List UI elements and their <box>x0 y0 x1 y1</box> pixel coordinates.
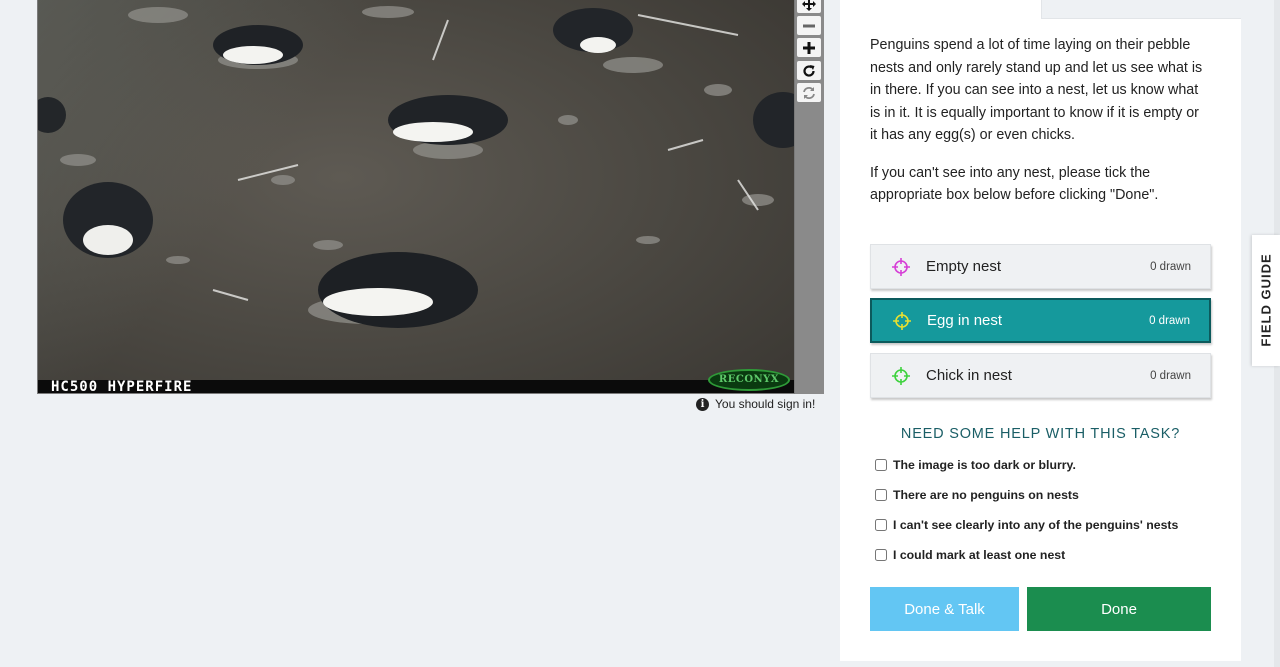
help-heading: NEED SOME HELP WITH THIS TASK? <box>900 426 1181 442</box>
field-guide-label: FIELD GUIDE <box>1258 253 1274 347</box>
reset-icon[interactable] <box>797 83 821 102</box>
tool-label: Chick in nest <box>926 367 1012 384</box>
task-instructions: Penguins spend a lot of time laying on t… <box>870 34 1210 222</box>
crosshair-icon <box>893 311 911 330</box>
done-button[interactable]: Done <box>1027 587 1211 631</box>
tool-empty-nest[interactable]: Empty nest 0 drawn <box>870 244 1211 289</box>
info-icon: i <box>696 397 709 411</box>
subject-image-viewer[interactable]: HC500 HYPERFIRE RECONYX <box>37 0 795 394</box>
checkbox-too-dark[interactable]: The image is too dark or blurry. <box>874 458 1076 472</box>
rotate-icon[interactable] <box>797 61 821 80</box>
crosshair-icon <box>892 257 910 276</box>
checkbox-input[interactable] <box>875 489 887 501</box>
sign-in-notice: i You should sign in! <box>696 397 815 411</box>
image-toolbar <box>795 0 824 394</box>
checkbox-label: I could mark at least one nest <box>893 548 1066 562</box>
checkbox-marked-one[interactable]: I could mark at least one nest <box>874 548 1065 562</box>
tool-count: 0 drawn <box>1149 314 1190 327</box>
checkbox-label: There are no penguins on nests <box>893 488 1079 502</box>
instructions-paragraph-1: Penguins spend a lot of time laying on t… <box>870 37 1203 143</box>
checkbox-input[interactable] <box>875 519 887 531</box>
reconyx-logo: RECONYX <box>708 369 790 391</box>
tool-count: 0 drawn <box>1150 369 1191 382</box>
instructions-paragraph-2: If you can't see into any nest, please t… <box>870 164 1159 204</box>
checkbox-input[interactable] <box>875 459 887 471</box>
tool-label: Empty nest <box>926 258 1002 275</box>
tool-chick-in-nest[interactable]: Chick in nest 0 drawn <box>870 353 1211 398</box>
sign-in-text: You should sign in! <box>715 397 816 411</box>
checkbox-no-penguins[interactable]: There are no penguins on nests <box>874 488 1079 502</box>
penguin-camera-photo[interactable] <box>38 0 794 393</box>
checkbox-cant-see[interactable]: I can't see clearly into any of the peng… <box>874 518 1178 532</box>
task-tabs <box>840 0 1241 19</box>
camera-info-bar: HC500 HYPERFIRE <box>38 380 794 393</box>
checkbox-label: The image is too dark or blurry. <box>893 458 1076 472</box>
move-icon[interactable] <box>797 0 821 13</box>
tool-egg-in-nest[interactable]: Egg in nest 0 drawn <box>870 298 1211 343</box>
camera-model-label: HC500 HYPERFIRE <box>51 379 193 394</box>
tool-count: 0 drawn <box>1150 260 1191 273</box>
checkbox-input[interactable] <box>875 549 887 561</box>
field-guide-tab[interactable]: FIELD GUIDE <box>1252 235 1280 366</box>
task-panel: Penguins spend a lot of time laying on t… <box>840 0 1241 661</box>
tool-label: Egg in nest <box>927 312 1003 329</box>
done-and-talk-button[interactable]: Done & Talk <box>870 587 1019 631</box>
tab-tutorial[interactable] <box>1041 0 1241 19</box>
crosshair-icon <box>892 366 910 385</box>
checkbox-label: I can't see clearly into any of the peng… <box>893 518 1179 532</box>
zoom-out-icon[interactable] <box>797 16 821 35</box>
zoom-in-icon[interactable] <box>797 38 821 57</box>
tab-task[interactable] <box>840 0 1041 19</box>
